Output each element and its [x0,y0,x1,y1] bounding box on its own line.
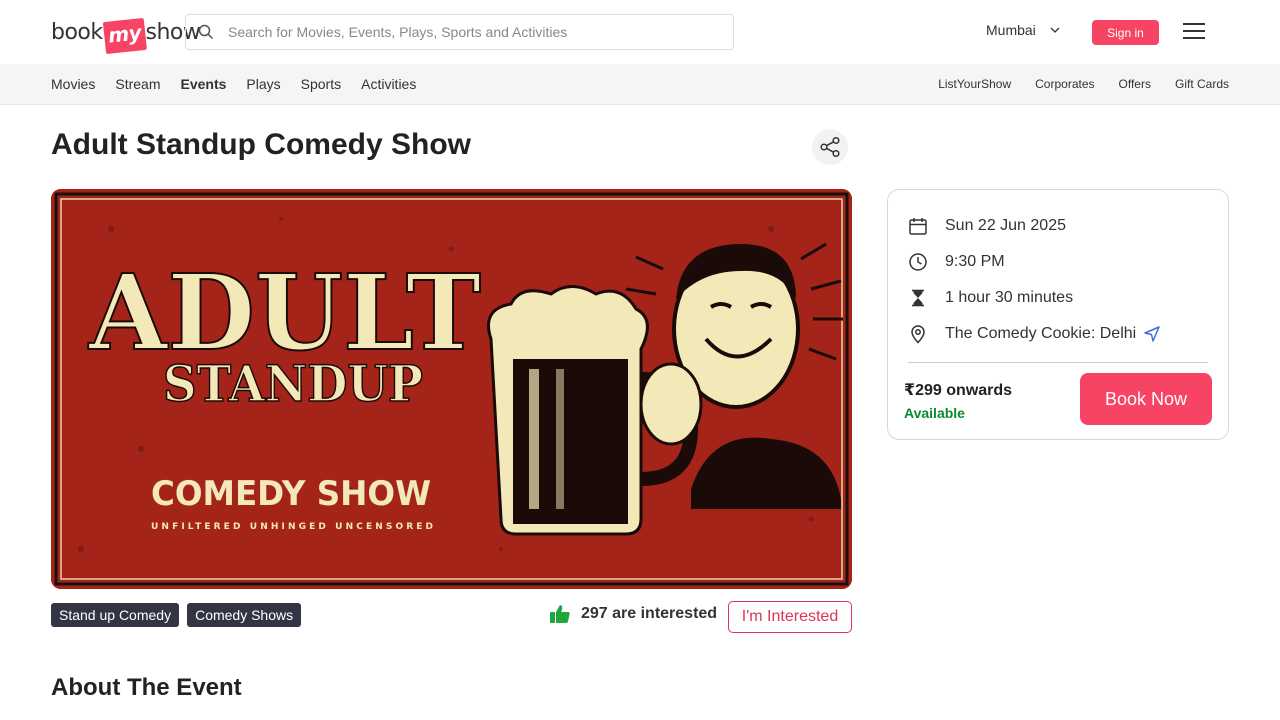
chevron-down-icon [1050,27,1060,33]
nav-gift-cards[interactable]: Gift Cards [1175,77,1229,91]
poster-line-comedy-show: COMEDY SHOW [151,474,431,514]
nav-left: Movies Stream Events Plays Sports Activi… [51,64,436,104]
event-title: Adult Standup Comedy Show [51,128,471,161]
logo-text-my: my [102,17,147,55]
category-nav: Movies Stream Events Plays Sports Activi… [0,64,1280,105]
city-label: Mumbai [986,22,1036,38]
event-date: Sun 22 Jun 2025 [945,217,1066,234]
interested-count-text: 297 are interested [581,605,718,622]
duration-row: 1 hour 30 minutes [908,288,1073,308]
poster-line-standup: STANDUP [163,354,423,413]
location-pin-icon [908,324,928,344]
event-poster: ADULT STANDUP COMEDY SHOW UNFILTERED UNH… [51,189,852,589]
navigate-icon[interactable] [1144,326,1160,342]
availability-status: Available [904,405,965,421]
thumbs-up-icon [550,605,570,623]
about-heading: About The Event [51,674,242,701]
sign-in-button[interactable]: Sign in [1092,20,1159,45]
menu-icon[interactable] [1183,23,1205,41]
share-icon[interactable] [812,129,848,165]
nav-plays[interactable]: Plays [246,76,280,92]
nav-corporates[interactable]: Corporates [1035,77,1094,91]
interest-count: 297 are interested [549,604,717,624]
im-interested-button[interactable]: I'm Interested [728,601,852,633]
tag-stand-up-comedy[interactable]: Stand up Comedy [51,603,180,627]
event-venue[interactable]: The Comedy Cookie: Delhi [945,325,1136,343]
city-selector[interactable]: Mumbai [986,22,1060,38]
time-row: 9:30 PM [908,252,1005,272]
nav-offers[interactable]: Offers [1119,77,1151,91]
nav-listyourshow[interactable]: ListYourShow [938,77,1011,91]
clock-icon [908,252,928,272]
nav-right: ListYourShow Corporates Offers Gift Card… [914,64,1229,104]
nav-activities[interactable]: Activities [361,76,416,92]
calendar-icon [908,216,928,236]
nav-events[interactable]: Events [180,76,226,92]
search-bar[interactable] [185,14,734,50]
price-text: ₹299 onwards [904,382,1013,399]
bookmyshow-logo[interactable]: book my show [51,14,201,55]
search-input[interactable] [228,24,708,40]
hourglass-icon [908,288,928,308]
event-duration: 1 hour 30 minutes [945,289,1074,306]
event-time: 9:30 PM [945,253,1005,270]
search-icon [198,24,214,40]
nav-stream[interactable]: Stream [115,76,160,92]
tag-comedy-shows[interactable]: Comedy Shows [187,603,302,627]
card-divider [908,362,1208,363]
venue-row[interactable]: The Comedy Cookie: Delhi [908,324,1160,344]
book-now-button[interactable]: Book Now [1080,373,1212,425]
date-row: Sun 22 Jun 2025 [908,216,1066,236]
nav-sports[interactable]: Sports [301,76,341,92]
event-info-card: Sun 22 Jun 2025 9:30 PM 1 hour 30 minute… [887,189,1229,440]
nav-movies[interactable]: Movies [51,76,95,92]
top-header: bookmyshow Mumbai Sign in [0,0,1280,64]
genre-tags: Stand up Comedy Comedy Shows [51,603,309,627]
logo-text-book: book [51,19,103,45]
